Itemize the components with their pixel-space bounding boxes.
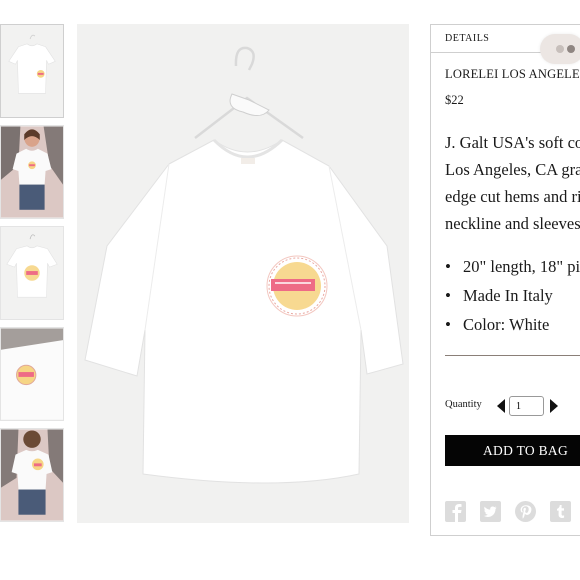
main-product-image[interactable] xyxy=(77,24,409,523)
add-to-bag-button[interactable]: ADD TO BAG xyxy=(445,435,580,466)
quantity-decrease-icon[interactable] xyxy=(497,399,505,413)
details-panel: DETAILS LORELEI LOS ANGELES TOP $22 J. G… xyxy=(430,24,580,536)
tumblr-icon[interactable] xyxy=(550,501,571,522)
product-price: $22 xyxy=(445,93,464,107)
feature-item: Made In Italy xyxy=(445,286,580,315)
twitter-icon[interactable] xyxy=(480,501,501,522)
menu-dot-icon xyxy=(567,45,575,53)
pinterest-icon[interactable] xyxy=(515,501,536,522)
product-name: LORELEI LOS ANGELES TOP xyxy=(445,67,580,81)
divider xyxy=(445,355,580,356)
thumbnail-model-front[interactable] xyxy=(0,125,64,219)
description-line: J. Galt USA's soft cotton top with xyxy=(445,133,580,152)
description-line: edge cut hems and ribbed xyxy=(445,187,580,206)
menu-toggle-button[interactable] xyxy=(540,34,580,64)
product-features-list: 20" length, 18" pit to pit Made In Italy… xyxy=(445,257,580,344)
description-line: neckline and sleeves. xyxy=(445,214,580,233)
feature-item: Color: White xyxy=(445,315,580,344)
feature-item: 20" length, 18" pit to pit xyxy=(445,257,580,286)
menu-dot-icon xyxy=(556,45,564,53)
thumbnail-flat-hanger[interactable] xyxy=(0,226,64,320)
quantity-input[interactable] xyxy=(509,396,544,416)
facebook-icon[interactable] xyxy=(445,501,466,522)
quantity-label: Quantity xyxy=(445,399,482,410)
thumbnail-model-back[interactable] xyxy=(0,428,64,522)
product-description: J. Galt USA's soft cotton top with Los A… xyxy=(445,129,580,237)
thumbnail-flat-front[interactable] xyxy=(0,24,64,118)
quantity-increase-icon[interactable] xyxy=(550,399,558,413)
thumbnail-model-closeup[interactable] xyxy=(0,327,64,421)
description-line: Los Angeles, CA graphic, raw xyxy=(445,160,580,179)
